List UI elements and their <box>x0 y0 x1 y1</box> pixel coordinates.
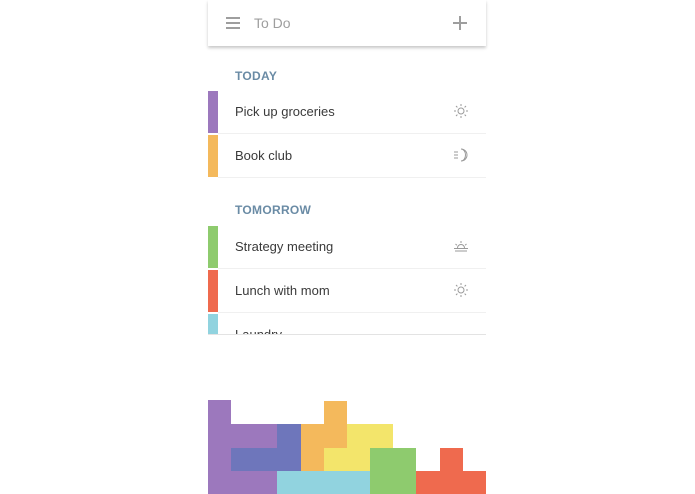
task-color-stripe <box>208 314 218 334</box>
task-color-stripe <box>208 135 218 177</box>
plus-icon <box>453 16 467 30</box>
add-task-button[interactable] <box>451 14 469 32</box>
app-title: To Do <box>254 15 291 31</box>
task-label: Book club <box>235 148 293 163</box>
moon-icon <box>454 148 468 162</box>
indigo-block <box>231 448 301 471</box>
task-label: Lunch with mom <box>235 283 330 298</box>
task-label: Pick up groceries <box>235 104 335 119</box>
task-color-stripe <box>208 91 218 133</box>
sun-icon <box>454 104 468 118</box>
task-item[interactable]: Laundry <box>208 314 486 335</box>
red-block <box>416 471 486 494</box>
task-item[interactable]: Strategy meeting <box>208 226 486 269</box>
hamburger-menu-icon <box>226 17 240 29</box>
orange-block <box>301 448 324 471</box>
purple-block <box>208 400 231 494</box>
task-label: Laundry <box>235 327 282 335</box>
task-color-stripe <box>208 226 218 268</box>
sun-icon <box>454 283 468 297</box>
row-divider <box>218 133 486 134</box>
task-item[interactable]: Lunch with mom <box>208 270 486 313</box>
task-list: TODAY Pick up groceries Book club TOMORR… <box>208 46 486 335</box>
row-divider <box>218 268 486 269</box>
todo-app: To Do TODAY Pick up groceries Book club … <box>208 0 486 494</box>
row-divider <box>218 312 486 313</box>
color-blocks-graphic <box>208 400 486 494</box>
row-divider <box>218 177 486 178</box>
purple-block <box>231 424 277 448</box>
cyan-block <box>277 471 370 494</box>
yellow-block <box>324 448 370 471</box>
menu-button[interactable] <box>225 15 241 31</box>
task-item[interactable]: Book club <box>208 135 486 178</box>
orange-block <box>301 424 347 448</box>
section-heading-tomorrow: TOMORROW <box>235 203 312 217</box>
task-label: Strategy meeting <box>235 239 334 254</box>
red-block <box>440 448 463 471</box>
section-heading-today: TODAY <box>235 69 278 83</box>
task-item[interactable]: Pick up groceries <box>208 91 486 134</box>
indigo-block <box>277 424 301 448</box>
green-block <box>370 448 416 494</box>
task-color-stripe <box>208 270 218 312</box>
purple-block <box>231 471 277 494</box>
yellow-block <box>347 424 393 448</box>
sunrise-icon <box>454 241 468 252</box>
app-header: To Do <box>208 0 486 46</box>
orange-block <box>324 401 347 424</box>
